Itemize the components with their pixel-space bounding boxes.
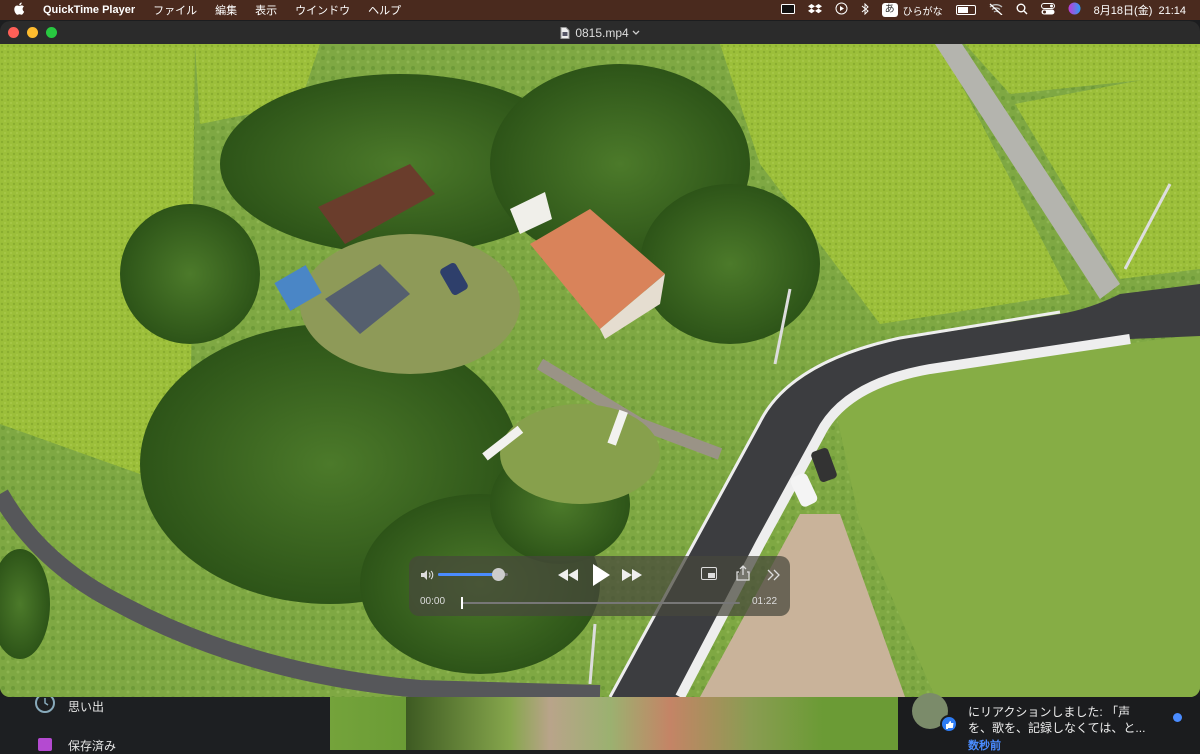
title-bar: 0815.mp4 [0, 21, 1200, 44]
minimize-button[interactable] [27, 27, 38, 38]
picture-in-picture-button[interactable] [701, 567, 717, 586]
menu-help[interactable]: ヘルプ [368, 2, 401, 18]
duration: 01:22 [752, 596, 778, 607]
close-button[interactable] [8, 27, 19, 38]
menu-window[interactable]: ウインドウ [295, 2, 350, 18]
notification-item[interactable]: にリアクションしました: 「声 を、歌を、記録しなくては、と... 数秒前 [898, 693, 1200, 752]
battery-icon[interactable] [955, 5, 976, 15]
notification-line-2: を、歌を、記録しなくては、と... [968, 721, 1146, 735]
notification-line-1: にリアクションしました: 「声 [968, 705, 1131, 719]
fast-forward-button[interactable] [622, 568, 642, 586]
like-icon [940, 715, 958, 733]
background-app: 思い出 保存済み にリアクションしました: 「声 を、歌を、記録しなくては、と.… [0, 693, 1200, 753]
ime-label[interactable]: ひらがな [903, 3, 943, 18]
saved-icon [34, 737, 56, 754]
volume-icon[interactable] [420, 568, 434, 586]
play-button[interactable] [591, 563, 611, 592]
apple-menu-icon[interactable] [14, 2, 25, 18]
memories-icon [34, 693, 56, 716]
sidebar-item-memories[interactable]: 思い出 [34, 693, 105, 716]
sidebar-item-label: 思い出 [68, 700, 105, 714]
dropbox-icon[interactable] [807, 3, 822, 18]
player-controls: 00:00 01:22 [409, 556, 790, 616]
menu-file[interactable]: ファイル [153, 2, 197, 18]
wifi-off-icon[interactable] [989, 3, 1003, 18]
notification-time: 数秒前 [968, 740, 1001, 752]
more-options-button[interactable] [767, 568, 781, 586]
screen-icon[interactable] [780, 3, 795, 17]
control-center-icon[interactable] [1040, 2, 1055, 18]
sidebar-item-saved[interactable]: 保存済み [34, 737, 116, 754]
video-frame[interactable]: 00:00 01:22 [0, 44, 1200, 697]
document-icon [560, 26, 570, 39]
clock-datetime[interactable]: 8月18日(金) 21:14 [1094, 2, 1186, 18]
menu-bar: QuickTime Player ファイル 編集 表示 ウインドウ ヘルプ あ … [0, 0, 1200, 20]
volume-slider-knob[interactable] [491, 568, 505, 581]
window-title[interactable]: 0815.mp4 [575, 26, 628, 40]
menu-edit[interactable]: 編集 [215, 2, 237, 18]
current-time: 00:00 [420, 596, 446, 607]
menu-view[interactable]: 表示 [255, 2, 277, 18]
app-menu[interactable]: QuickTime Player [43, 4, 135, 16]
sidebar-item-label: 保存済み [68, 739, 117, 753]
rewind-button[interactable] [558, 568, 578, 586]
quicktime-window: 0815.mp4 00:00 01:22 [0, 21, 1200, 697]
zoom-button[interactable] [46, 27, 57, 38]
bluetooth-icon[interactable] [861, 2, 869, 18]
scrubber-track[interactable] [461, 597, 740, 609]
chevron-down-icon[interactable] [632, 30, 640, 36]
photos-sidebar: 思い出 保存済み [0, 693, 330, 753]
play-circle-icon[interactable] [835, 2, 848, 18]
search-icon[interactable] [1016, 3, 1028, 18]
playhead[interactable] [461, 597, 463, 609]
share-button[interactable] [736, 565, 750, 586]
photo-thumbnails[interactable] [330, 697, 898, 750]
volume-slider[interactable] [438, 568, 508, 581]
ime-badge[interactable]: あ [881, 3, 898, 17]
unread-dot [1173, 713, 1182, 722]
siri-icon[interactable] [1068, 2, 1081, 18]
